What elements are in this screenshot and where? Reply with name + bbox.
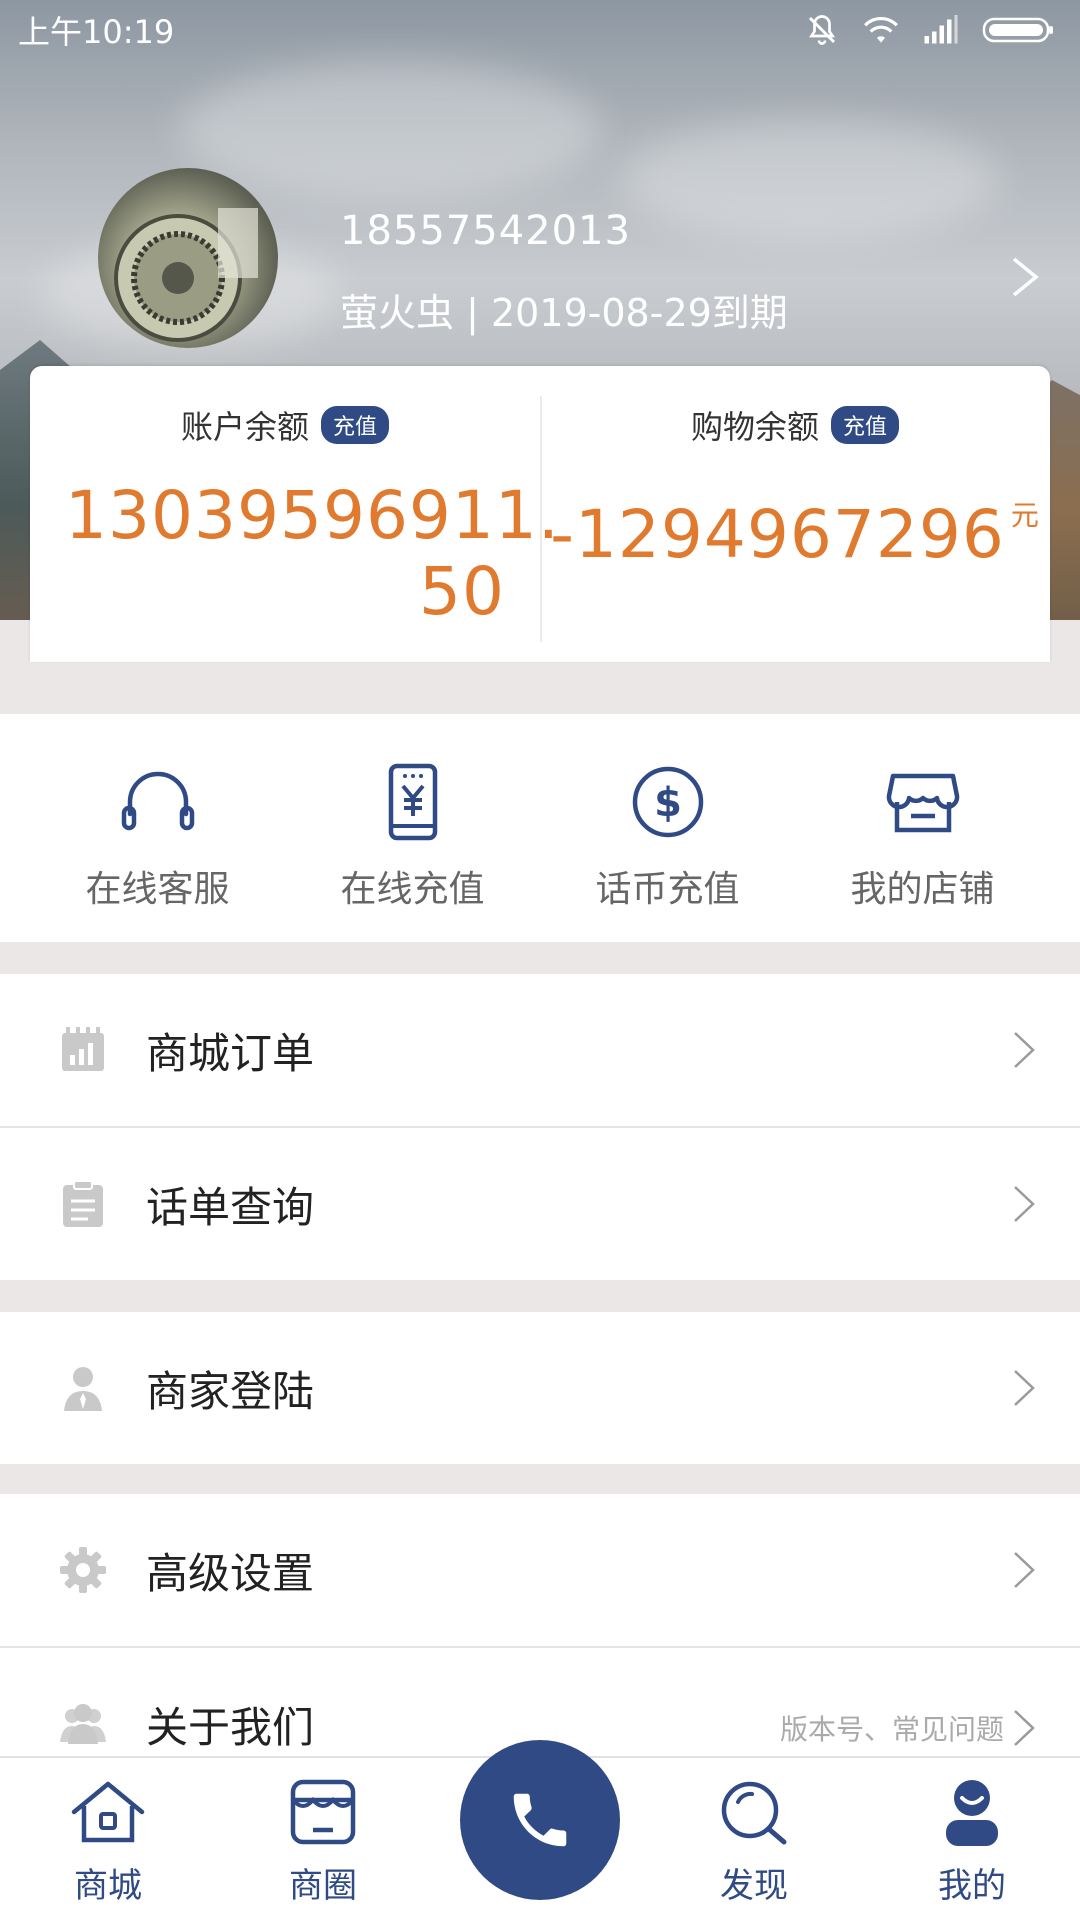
chevron-right-icon [1014,1370,1035,1406]
shopping-balance-amount: -1294967296 元 [550,478,1040,573]
gear-icon [60,1547,106,1593]
nav-item-mall[interactable]: 商城 [33,1758,183,1920]
account-recharge-badge[interactable]: 充值 [321,406,390,444]
chevron-right-icon [1014,1552,1035,1588]
orders-icon [62,1027,104,1071]
amount-line: 13039596911. [65,477,560,554]
nav-item-business-circle[interactable]: 商圈 [248,1758,398,1920]
menu-item-mall-orders[interactable]: 商城订单 [0,974,1080,1126]
profile-icon [946,1780,998,1846]
chevron-right-icon [1014,1032,1035,1068]
status-bar: 上午10:19 [0,0,1080,60]
nav-label: 商圈 [289,1866,357,1906]
dollar-coin-icon: $ [632,766,703,838]
amount-line: 50 [419,553,505,630]
quick-action-label: 在线客服 [85,869,230,910]
amount-unit: 元 [1010,499,1040,532]
battery-icon [982,15,1054,45]
nav-item-mine[interactable]: 我的 [897,1758,1047,1920]
chevron-right-icon [1014,1710,1035,1746]
menu-label: 商家登陆 [146,1366,315,1416]
headset-icon [121,771,194,831]
quick-action-label: 话币充值 [595,869,740,910]
shopping-balance-label: 购物余额 [690,408,819,446]
quick-action-customer-service[interactable]: 在线客服 [30,714,285,942]
phone-yuan-icon [388,763,437,841]
quick-action-coin-recharge[interactable]: $ 话币充值 [540,714,795,942]
shopping-balance: 购物余额 充值 -1294967296 元 [540,366,1050,662]
menu-label: 高级设置 [146,1548,315,1598]
chevron-right-icon[interactable] [1010,255,1040,299]
menu-label: 关于我们 [146,1703,315,1752]
menu-hint: 版本号、常见问题 [779,1713,1004,1746]
profile-phone[interactable]: 18557542013 [340,208,631,254]
store-icon [886,773,959,833]
home-icon [71,1781,145,1843]
mute-icon [804,12,840,48]
quick-action-label: 在线充值 [340,869,485,910]
quick-action-label: 我的店铺 [850,869,995,910]
status-time: 上午10:19 [18,13,175,51]
nav-label: 商城 [74,1866,142,1906]
svg-text:$: $ [654,780,682,826]
quick-actions: 在线客服 在线充值 $ 话币充值 我的店铺 [0,714,1080,942]
group-icon [60,1704,106,1744]
shop-circle-icon [290,1779,356,1845]
account-balance-amount: 13039596911. 50 [65,477,560,630]
menu-item-call-records[interactable]: 话单查询 [0,1128,1080,1280]
shopping-recharge-badge[interactable]: 充值 [831,406,900,444]
clipboard-icon [63,1180,103,1227]
chevron-right-icon [1014,1186,1035,1222]
phone-call-icon [513,1793,567,1847]
quick-action-online-recharge[interactable]: 在线充值 [285,714,540,942]
call-button[interactable] [460,1740,620,1900]
nav-label: 发现 [720,1866,788,1906]
nav-item-discover[interactable]: 发现 [679,1758,829,1920]
signal-icon [922,15,960,45]
avatar[interactable] [98,168,278,348]
menu-label: 话单查询 [146,1182,315,1232]
amount-value: -1294967296 [550,496,1005,573]
profile-membership: 萤火虫 | 2019-08-29到期 [340,291,788,335]
nav-label: 我的 [938,1866,1006,1906]
quick-action-my-store[interactable]: 我的店铺 [795,714,1050,942]
account-balance-label: 账户余额 [180,408,309,446]
menu-item-advanced-settings[interactable]: 高级设置 [0,1494,1080,1646]
wifi-icon [862,14,900,46]
menu-label: 商城订单 [146,1028,315,1078]
menu-item-merchant-login[interactable]: 商家登陆 [0,1312,1080,1464]
account-balance: 账户余额 充值 13039596911. 50 [30,366,560,662]
balance-card: 账户余额 充值 13039596911. 50 购物余额 充值 -1294967… [30,366,1050,662]
discover-icon [721,1781,787,1845]
merchant-icon [64,1367,102,1411]
